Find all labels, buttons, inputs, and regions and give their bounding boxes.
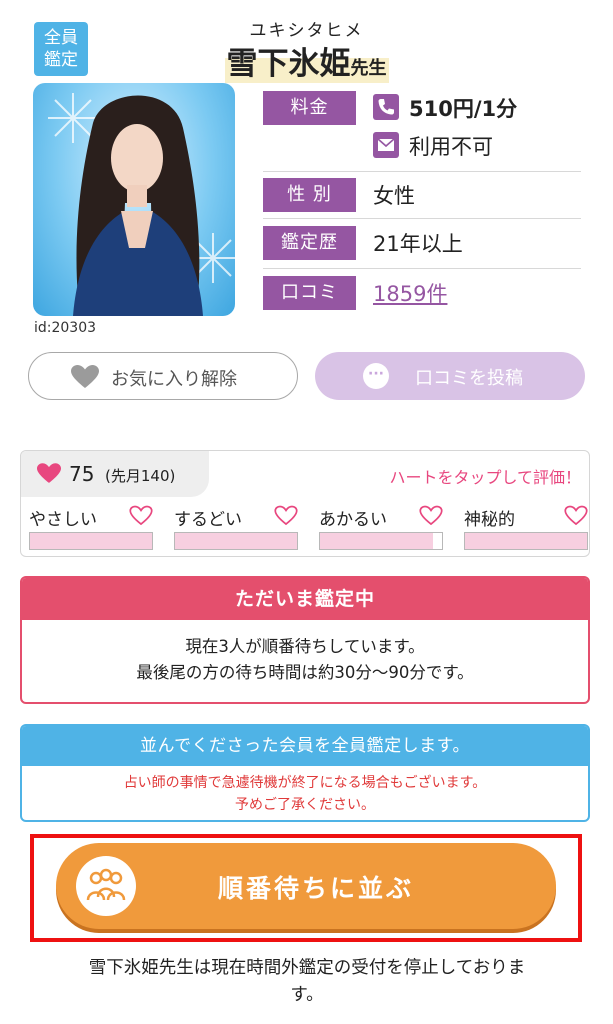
heart-outline-icon[interactable] <box>274 505 298 526</box>
trait-bar <box>464 532 588 550</box>
join-queue-button[interactable]: 順番待ちに並ぶ <box>56 843 556 929</box>
trait-kind[interactable]: やさしい <box>29 505 153 551</box>
reviews-row: 口コミ 1859件 <box>263 269 581 317</box>
status-line-queue: 現在3人が順番待ちしています。 <box>185 637 425 656</box>
heart-count: 75 <box>69 462 95 486</box>
remove-favorite-label: お気に入り解除 <box>111 369 237 390</box>
status-title: ただいま鑑定中 <box>22 578 588 620</box>
fee-row: 料金 510円/1分 利用不可 <box>263 88 581 172</box>
trait-bar <box>174 532 298 550</box>
heart-icon <box>71 365 99 388</box>
fee-label: 料金 <box>263 91 356 125</box>
notice-line-1: 占い師の事情で急遽待機が終了になる場合もございます。 <box>123 775 487 791</box>
mail-fee: 利用不可 <box>409 135 493 159</box>
name-text: 雪下氷姫 <box>226 46 351 82</box>
heart-count-tab: 75 (先月140) <box>21 451 209 497</box>
status-line-wait: 最後尾の方の待ち時間は約30分〜90分です。 <box>136 663 474 682</box>
join-queue-label: 順番待ちに並ぶ <box>217 874 414 903</box>
reviews-count-link[interactable]: 1859件 <box>373 278 447 308</box>
mail-icon <box>373 132 399 158</box>
trait-sharp[interactable]: するどい <box>174 505 298 551</box>
heart-outline-icon[interactable] <box>419 505 443 526</box>
user-id: id:20303 <box>34 320 97 336</box>
rating-card: 75 (先月140) ハートをタップして評価！ やさしい するどい あかるい 神… <box>20 450 590 557</box>
fortune-teller-name: 雪下氷姫先生 <box>224 38 389 83</box>
gender-value: 女性 <box>373 184 415 208</box>
heart-icon <box>37 463 61 483</box>
consultation-status-box: ただいま鑑定中 現在3人が順番待ちしています。 最後尾の方の待ち時間は約30分〜… <box>20 576 590 704</box>
rating-hint: ハートをタップして評価！ <box>389 468 581 487</box>
trait-bar-fill <box>175 533 297 549</box>
phone-icon <box>373 94 399 120</box>
notice-body: 占い師の事情で急遽待機が終了になる場合もございます。 予めご了承ください。 <box>22 766 588 816</box>
notice-box: 並んでくださった会員を全員鑑定します。 占い師の事情で急遽待機が終了になる場合も… <box>20 724 590 822</box>
trait-bar <box>319 532 443 550</box>
trait-mystic[interactable]: 神秘的 <box>464 505 588 551</box>
post-review-label: 口コミを投稿 <box>415 368 523 389</box>
name-suffix: 先生 <box>350 58 387 79</box>
notice-line-2: 予めご了承ください。 <box>235 797 375 813</box>
experience-label: 鑑定歴 <box>263 226 356 260</box>
last-month-count: (先月140) <box>105 467 176 485</box>
profile-photo <box>33 83 235 316</box>
off-hours-notice: 雪下氷姫先生は現在時間外鑑定の受付を停止しておりま す。 <box>26 955 588 1009</box>
notice-title: 並んでくださった会員を全員鑑定します。 <box>22 726 588 766</box>
profile-info-table: 料金 510円/1分 利用不可 性 別 女性 鑑定歴 21年以上 口コミ 185… <box>263 88 581 317</box>
trait-bright[interactable]: あかるい <box>319 505 443 551</box>
trait-bar-fill <box>465 533 587 549</box>
trait-bar-fill <box>30 533 152 549</box>
fortune-teller-name-block: 雪下氷姫先生 <box>0 38 613 83</box>
trait-bar-fill <box>320 533 434 549</box>
trait-label: 神秘的 <box>464 510 515 530</box>
trait-label: あかるい <box>319 510 387 530</box>
profile-photo-illustration <box>48 93 235 316</box>
heart-outline-icon[interactable] <box>564 505 588 526</box>
remove-favorite-button[interactable]: お気に入り解除 <box>28 352 298 400</box>
gender-row: 性 別 女性 <box>263 172 581 219</box>
trait-bar <box>29 532 153 550</box>
reviews-label: 口コミ <box>263 276 356 310</box>
gender-label: 性 別 <box>263 178 356 212</box>
heart-outline-icon[interactable] <box>129 505 153 526</box>
phone-fee: 510円/1分 <box>409 97 518 121</box>
off-hours-line-1: 雪下氷姫先生は現在時間外鑑定の受付を停止しておりま <box>88 958 526 978</box>
status-body: 現在3人が順番待ちしています。 最後尾の方の待ち時間は約30分〜90分です。 <box>22 620 588 686</box>
post-review-button[interactable]: ··· 口コミを投稿 <box>315 352 585 400</box>
comment-bubble-icon: ··· <box>363 363 389 389</box>
trait-label: するどい <box>174 510 242 530</box>
trait-label: やさしい <box>29 510 97 530</box>
experience-value: 21年以上 <box>373 232 463 256</box>
off-hours-line-2: す。 <box>290 985 324 1005</box>
experience-row: 鑑定歴 21年以上 <box>263 219 581 269</box>
